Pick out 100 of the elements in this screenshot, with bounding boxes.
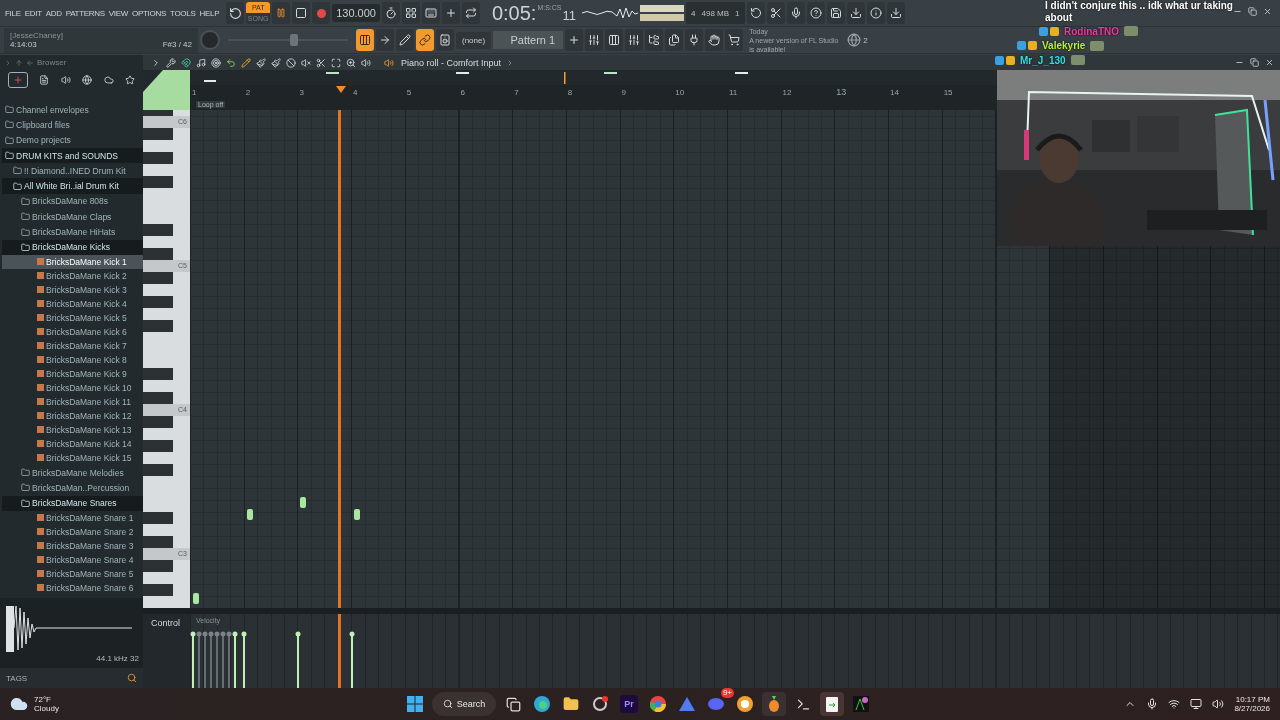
sample-item[interactable]: BricksDaMane Snare 1	[2, 510, 143, 525]
step-button[interactable]	[585, 29, 604, 51]
document-app-button[interactable]	[820, 692, 844, 716]
menu-item[interactable]: PATTERNS	[64, 8, 106, 18]
plus-button[interactable]	[441, 2, 460, 24]
menu-item[interactable]: EDIT	[23, 8, 43, 18]
restore-icon[interactable]	[1250, 58, 1259, 67]
clock-date[interactable]: 8/27/2026	[1234, 704, 1270, 713]
star-icon[interactable]	[125, 75, 136, 85]
folder-item[interactable]: BricksDaMan..Percussion	[2, 480, 143, 496]
note-icon[interactable]	[196, 57, 206, 68]
search-button[interactable]: Search	[432, 692, 496, 716]
note-block[interactable]	[354, 509, 360, 520]
arrow-button[interactable]	[376, 29, 394, 51]
folder-item[interactable]: Channel envelopes	[2, 102, 143, 118]
sample-item[interactable]: BricksDaMane Kick 13	[2, 422, 143, 437]
folder-item[interactable]: BricksDaMane Claps	[2, 209, 143, 225]
pencil-icon[interactable]	[241, 57, 251, 68]
premiere-icon[interactable]: Pr	[620, 695, 638, 713]
sample-item[interactable]: BricksDaMane Kick 7	[2, 338, 143, 353]
note-block[interactable]	[247, 509, 253, 520]
download-button[interactable]	[886, 2, 905, 24]
folder-item[interactable]: Demo projects	[2, 132, 143, 148]
sample-item[interactable]: BricksDaMane Kick 11	[2, 394, 143, 409]
plug-button[interactable]	[685, 29, 704, 51]
speaker-button[interactable]	[436, 29, 454, 51]
menu-item[interactable]: VIEW	[107, 8, 130, 18]
cart-button[interactable]	[725, 29, 744, 51]
temperature[interactable]: 72°F	[34, 695, 59, 704]
zoom-icon[interactable]	[346, 57, 356, 68]
folder-item[interactable]: Clipboard files	[2, 117, 143, 133]
network-icon[interactable]	[1168, 698, 1181, 710]
menu-item[interactable]: ADD	[44, 8, 63, 18]
brush-icon[interactable]	[256, 57, 266, 68]
folder-item[interactable]: !! Diamond..INED Drum Kit	[2, 163, 143, 179]
tempo-display[interactable]: 130.000	[332, 4, 380, 22]
help-button[interactable]	[806, 2, 825, 24]
globe-icon[interactable]	[847, 33, 862, 47]
keyboard-button[interactable]	[421, 2, 440, 24]
menu-item[interactable]: TOOLS	[169, 8, 197, 18]
mixer-button[interactable]	[625, 29, 644, 51]
list-button[interactable]	[605, 29, 624, 51]
sample-item[interactable]: BricksDaMane Kick 2	[2, 268, 143, 283]
folder-item[interactable]: BricksDaMane Melodies	[2, 464, 143, 481]
weather-text[interactable]: Cloudy	[34, 704, 59, 713]
volume-icon[interactable]	[1212, 698, 1225, 710]
menu-item[interactable]: OPTIONS	[131, 8, 167, 18]
export-button[interactable]	[846, 2, 865, 24]
hand-button[interactable]	[705, 29, 724, 51]
note-block[interactable]	[300, 497, 306, 508]
pattern-selector[interactable]: Pattern 1	[493, 31, 564, 49]
sample-item[interactable]: BricksDaMane Kick 3	[2, 282, 143, 297]
sample-item[interactable]: BricksDaMane Kick 8	[2, 352, 143, 367]
note-block[interactable]	[193, 593, 199, 604]
control-label[interactable]: Control	[151, 618, 180, 628]
start-icon[interactable]	[407, 696, 423, 712]
info-button[interactable]	[866, 2, 885, 24]
stop-button[interactable]	[292, 2, 311, 24]
save-button[interactable]	[826, 2, 845, 24]
grid-button[interactable]	[401, 2, 420, 24]
magnet-icon[interactable]	[181, 57, 191, 68]
sample-item[interactable]: BricksDaMane Snare 4	[2, 552, 143, 567]
folder-item[interactable]: BricksDaMane 808s	[2, 193, 143, 210]
refresh-button[interactable]	[746, 2, 765, 24]
terminal-icon[interactable]	[795, 696, 811, 712]
sample-item[interactable]: BricksDaMane Snare 5	[2, 566, 143, 581]
task-view-icon[interactable]	[505, 696, 521, 712]
sample-item[interactable]: BricksDaMane Kick 4	[2, 296, 143, 311]
close-icon[interactable]	[1265, 58, 1274, 67]
delete-icon[interactable]	[286, 57, 296, 68]
paint-icon[interactable]	[271, 57, 281, 68]
target-icon[interactable]	[211, 57, 221, 68]
wrench-icon[interactable]	[166, 57, 176, 68]
speaker-icon[interactable]	[384, 57, 394, 68]
sample-item[interactable]: BricksDaMane Snare 6	[2, 580, 143, 595]
pencil-button[interactable]	[396, 29, 414, 51]
loop-button[interactable]	[461, 2, 480, 24]
fruit-app-button[interactable]	[762, 692, 786, 716]
close-icon[interactable]	[1263, 7, 1272, 16]
document-icon[interactable]	[39, 75, 50, 85]
sample-item[interactable]: BricksDaMane Kick 9	[2, 366, 143, 381]
slice-icon[interactable]	[316, 57, 326, 68]
add-pattern-button[interactable]	[565, 29, 584, 51]
folder-item[interactable]: BricksDaMane Snares	[2, 495, 143, 511]
restore-icon[interactable]	[1248, 7, 1257, 16]
timeline-ruler[interactable]: 1 2 3 4 5 6 7 8 9 10 11 12 13 14 15	[190, 85, 997, 99]
scissors-button[interactable]	[766, 2, 785, 24]
folder-item[interactable]: All White Bri..ial Drum Kit	[2, 178, 143, 194]
folder-icon[interactable]	[563, 696, 579, 712]
sample-item[interactable]: BricksDaMane Kick 12	[2, 408, 143, 423]
speaker-icon[interactable]	[60, 75, 71, 85]
microphone-icon[interactable]	[1146, 698, 1159, 710]
sample-item[interactable]: BricksDaMane Snare 3	[2, 538, 143, 553]
sample-item[interactable]: BricksDaMane Kick 5	[2, 310, 143, 325]
slider-thumb[interactable]	[290, 34, 298, 46]
microphone-button[interactable]	[786, 2, 805, 24]
menu-item[interactable]: HELP	[198, 8, 221, 18]
search-icon[interactable]	[127, 673, 137, 683]
sample-item[interactable]: BricksDaMane Kick 10	[2, 380, 143, 395]
playlist-button[interactable]	[356, 29, 374, 51]
